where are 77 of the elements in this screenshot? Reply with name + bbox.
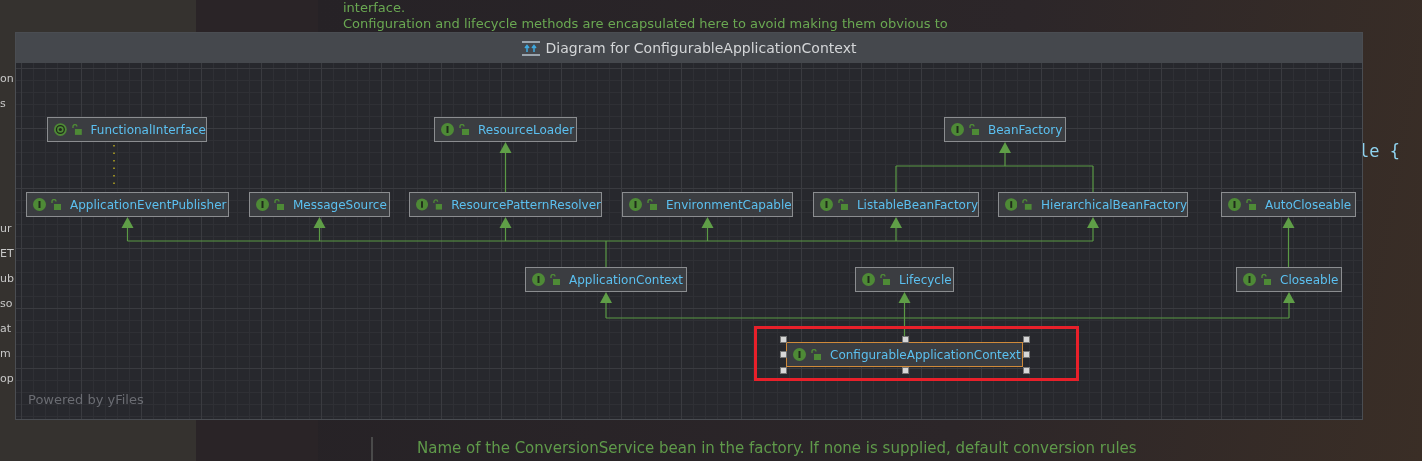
class-node[interactable]: ApplicationContext <box>525 267 687 292</box>
tree-item-text: op <box>0 371 14 387</box>
interface-icon <box>1228 198 1241 211</box>
interface-icon <box>820 198 833 211</box>
inheritance-arrow <box>121 217 134 242</box>
class-node[interactable]: AutoCloseable <box>1221 192 1356 217</box>
class-node[interactable]: EnvironmentCapable <box>622 192 793 217</box>
class-node[interactable]: Closeable <box>1236 267 1342 292</box>
doc-comment-line: Configuration and lifecycle methods are encapsulated here to avoid making them obvious to <box>343 16 949 32</box>
resize-handle[interactable] <box>1023 336 1030 343</box>
tree-item-text: ET <box>0 246 14 262</box>
class-node[interactable]: ApplicationEventPublisher <box>26 192 229 217</box>
unlocked-icon <box>51 199 61 210</box>
class-node[interactable]: MessageSource <box>249 192 390 217</box>
unlocked-icon <box>459 124 469 135</box>
interface-icon <box>793 348 806 361</box>
interface-icon <box>951 123 964 136</box>
class-node[interactable]: BeanFactory <box>944 117 1066 142</box>
resize-handle[interactable] <box>780 351 787 358</box>
class-node[interactable]: ConfigurableApplicationContext <box>786 342 1023 367</box>
unlocked-icon <box>71 124 82 135</box>
annotation-icon <box>54 123 67 136</box>
unlocked-icon <box>1022 199 1033 210</box>
doc-comment-line: interface. <box>343 0 407 16</box>
interface-icon <box>629 198 642 211</box>
doc-comment-line: Name of the ConversionService bean in the factory. If none is supplied, default conversion rules <box>417 438 1137 459</box>
tree-item-text: so <box>0 296 14 312</box>
class-node[interactable]: FunctionalInterface <box>47 117 207 142</box>
tree-item-text: s <box>0 96 7 112</box>
inheritance-arrow <box>1283 292 1295 319</box>
inheritance-arrow <box>313 217 326 242</box>
interface-icon <box>862 273 875 286</box>
tree-item-text: on <box>0 71 14 87</box>
resize-handle[interactable] <box>780 367 787 374</box>
unlocked-icon <box>880 274 890 285</box>
class-node[interactable]: HierarchicalBeanFactory <box>998 192 1188 217</box>
unlocked-icon <box>433 199 443 210</box>
window-title: Diagram for ConfigurableApplicationContext <box>545 40 857 56</box>
resize-handle[interactable] <box>901 367 909 374</box>
resize-handle[interactable] <box>901 336 909 343</box>
inheritance-arrow <box>499 217 512 242</box>
interface-icon <box>33 198 46 211</box>
inheritance-arrow <box>701 217 714 242</box>
class-node[interactable]: ListableBeanFactory <box>813 192 979 217</box>
class-node[interactable]: ResourceLoader <box>434 117 577 142</box>
interface-icon <box>532 273 545 286</box>
tree-item-text: ur <box>0 221 13 237</box>
unlocked-icon <box>274 199 284 210</box>
interface-icon <box>1243 273 1256 286</box>
unlocked-icon <box>837 199 848 210</box>
unlocked-icon <box>811 349 821 360</box>
inheritance-arrow <box>1087 217 1099 242</box>
interface-icon <box>416 198 428 211</box>
interface-icon <box>256 198 269 211</box>
interface-icon <box>1005 198 1018 211</box>
inheritance-arrow <box>600 292 612 319</box>
class-node[interactable]: Lifecycle <box>855 267 954 292</box>
interface-icon <box>441 123 454 136</box>
unlocked-icon <box>1261 274 1271 285</box>
unlocked-icon <box>550 274 560 285</box>
inheritance-arrow <box>999 142 1011 167</box>
class-node[interactable]: ResourcePatternResolver <box>409 192 602 217</box>
tree-item-text: ub <box>0 271 14 287</box>
unlocked-icon <box>647 199 657 210</box>
inheritance-arrow <box>499 142 512 193</box>
powered-by-text: Powered by yFiles <box>28 392 144 407</box>
tree-item-text: at <box>0 321 13 337</box>
resize-handle[interactable] <box>1023 351 1030 358</box>
unlocked-icon <box>1246 199 1256 210</box>
hierarchy-icon <box>521 40 540 56</box>
resize-handle[interactable] <box>1023 367 1030 374</box>
unlocked-icon <box>969 124 979 135</box>
inheritance-arrow <box>1282 217 1295 268</box>
inheritance-arrow <box>890 217 902 242</box>
resize-handle[interactable] <box>780 336 787 343</box>
tree-item-text: m <box>0 346 12 362</box>
inheritance-arrow <box>898 292 911 319</box>
